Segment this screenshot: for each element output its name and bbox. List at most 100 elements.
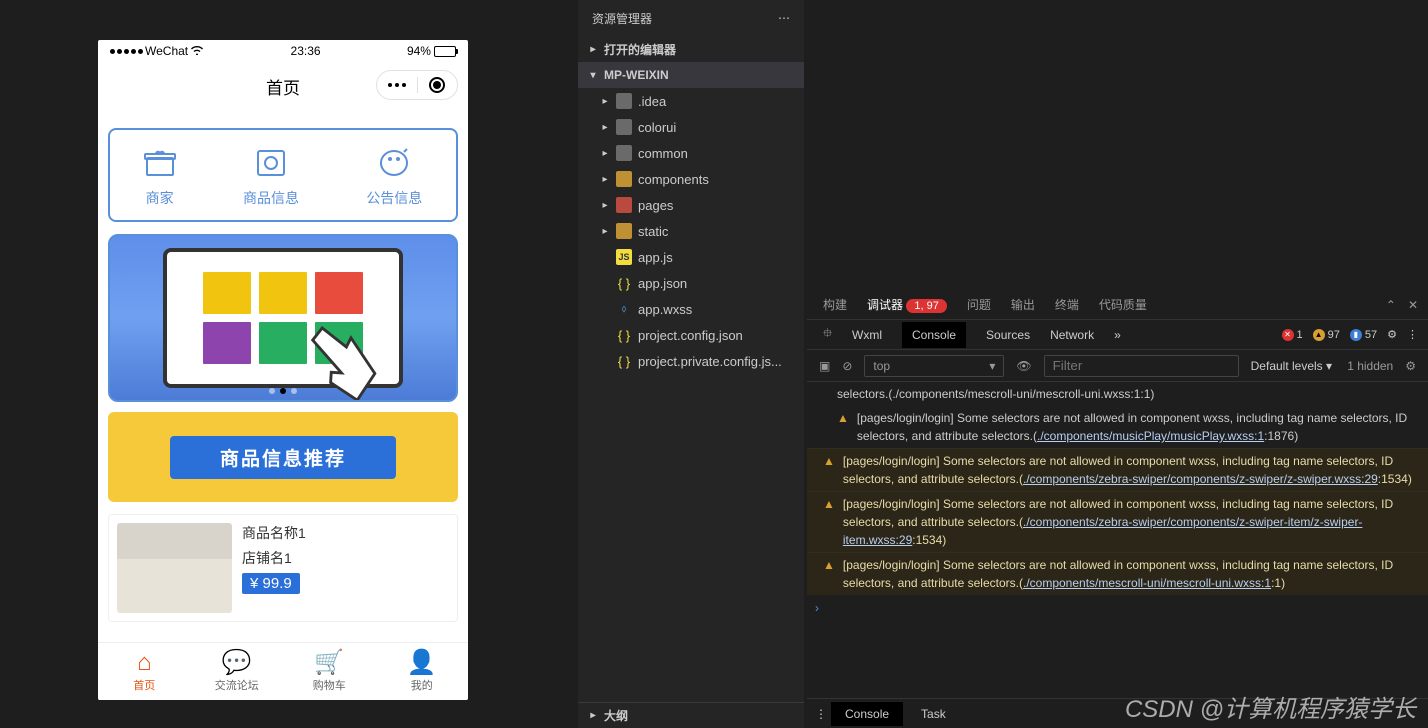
tab-code-quality[interactable]: 代码质量	[1099, 296, 1147, 313]
time-label: 23:36	[291, 44, 321, 58]
promo-title: 商品信息推荐	[170, 436, 396, 479]
tree-item[interactable]: { }project.config.json	[578, 322, 804, 348]
promo-section: 商品信息推荐	[108, 412, 458, 502]
kebab-icon[interactable]: ⋮	[1407, 328, 1418, 341]
tab-home[interactable]: ⌂首页	[98, 643, 191, 700]
file-name: common	[638, 146, 688, 161]
warning-icon: ▲	[823, 556, 835, 592]
tab-bar: ⌂首页 💬交流论坛 🛒购物车 👤我的	[98, 642, 468, 700]
swiper-banner[interactable]	[108, 234, 458, 402]
wxss-icon: ⬨	[616, 301, 632, 317]
tab-debugger[interactable]: 调试器 1, 97	[867, 296, 947, 313]
battery-indicator: 94%	[407, 44, 456, 58]
gear-icon[interactable]: ⚙	[1405, 359, 1416, 373]
menu-label: 公告信息	[366, 188, 422, 208]
chevron-up-icon[interactable]: ⌃	[1386, 298, 1396, 312]
chevron-right-icon: ▸	[588, 44, 598, 55]
tree-item[interactable]: ▸colorui	[578, 114, 804, 140]
overflow-icon[interactable]: »	[1114, 328, 1121, 342]
folder-icon	[616, 171, 632, 187]
hidden-count[interactable]: 1 hidden	[1347, 359, 1393, 373]
menu-item-merchant[interactable]: 商家	[144, 148, 176, 208]
page-body[interactable]: 商家 商品信息 公告信息 商品信息推荐	[98, 110, 468, 642]
tree-item[interactable]: ▸.idea	[578, 88, 804, 114]
menu-item-products[interactable]: 商品信息	[243, 148, 299, 208]
close-icon[interactable]: ✕	[1408, 298, 1418, 312]
product-card[interactable]: 商品名称1 店铺名1 ¥ 99.9	[108, 514, 458, 622]
context-select[interactable]: top▾	[864, 355, 1004, 377]
tree-item[interactable]: ▸ common	[578, 140, 804, 166]
info-count[interactable]: ▮57	[1350, 329, 1377, 341]
error-count[interactable]: ✕1	[1282, 329, 1303, 341]
footer-tab-console[interactable]: Console	[831, 702, 903, 726]
more-icon[interactable]: ⋯	[778, 11, 790, 25]
explorer-header: 资源管理器 ⋯	[578, 0, 804, 36]
signal-indicator: WeChat	[110, 44, 204, 58]
tab-output[interactable]: 输出	[1011, 296, 1035, 313]
gift-icon	[144, 148, 176, 178]
menu-label: 商家	[146, 188, 174, 208]
filter-input[interactable]	[1044, 355, 1239, 377]
console-prompt[interactable]: ›	[807, 595, 1428, 621]
home-icon: ⌂	[137, 651, 152, 675]
devtools-panel: 构建 调试器 1, 97 问题 输出 终端 代码质量 ⌃ ✕ ⯐ Wxml Co…	[807, 290, 1428, 728]
tab-cart[interactable]: 🛒购物车	[283, 643, 376, 700]
tab-terminal[interactable]: 终端	[1055, 296, 1079, 313]
shop-name: 店铺名1	[242, 548, 449, 568]
levels-select[interactable]: Default levels ▾	[1251, 359, 1332, 373]
file-name: app.wxss	[638, 302, 692, 317]
warning-count[interactable]: ▲97	[1313, 329, 1340, 341]
tree-item[interactable]: JSapp.js	[578, 244, 804, 270]
tree-item[interactable]: ▸components	[578, 166, 804, 192]
section-open-editors[interactable]: ▸打开的编辑器	[578, 36, 804, 62]
tree-item[interactable]: { }project.private.config.js...	[578, 348, 804, 374]
chevron-right-icon: ▸	[600, 226, 610, 237]
source-link[interactable]: ./components/zebra-swiper/components/z-s…	[1023, 472, 1378, 486]
warning-row: ▲[pages/login/login] Some selectors are …	[807, 448, 1428, 491]
subtab-sources[interactable]: Sources	[986, 328, 1030, 342]
warning-row: ▲[pages/login/login] Some selectors are …	[807, 491, 1428, 552]
tab-issues[interactable]: 问题	[967, 296, 991, 313]
sidebar-toggle-icon[interactable]: ▣	[819, 359, 830, 373]
kebab-icon[interactable]: ⋮	[815, 707, 827, 721]
chevron-right-icon: ▸	[600, 200, 610, 211]
capsule-close-icon[interactable]	[417, 77, 458, 93]
console-toolbar: ▣ ⊘ top▾ 👁 Default levels ▾ 1 hidden ⚙	[807, 350, 1428, 382]
menu-item-notice[interactable]: 公告信息	[366, 148, 422, 208]
console-output[interactable]: selectors.(./components/mescroll-uni/mes…	[807, 382, 1428, 698]
source-link[interactable]: ./components/mescroll-uni/mescroll-uni.w…	[1023, 576, 1271, 590]
tree-item[interactable]: ⬨ app.wxss	[578, 296, 804, 322]
tree-item[interactable]: ▸ static	[578, 218, 804, 244]
inspect-icon[interactable]: ⯐	[823, 324, 832, 345]
footer-tab-task[interactable]: Task	[907, 702, 960, 726]
section-project[interactable]: ▾MP-WEIXIN	[578, 62, 804, 88]
capsule-button[interactable]	[376, 70, 458, 100]
subtab-wxml[interactable]: Wxml	[852, 328, 882, 342]
folder-icon	[616, 93, 632, 109]
tab-build[interactable]: 构建	[823, 296, 847, 313]
chevron-right-icon: ▸	[588, 710, 598, 721]
gear-icon[interactable]: ⚙	[1387, 328, 1397, 341]
swiper-indicator	[269, 388, 297, 394]
product-name: 商品名称1	[242, 523, 449, 543]
status-bar: WeChat 23:36 94%	[98, 40, 468, 62]
chat-icon: 💬	[222, 651, 252, 675]
subtab-console[interactable]: Console	[902, 322, 966, 348]
source-link[interactable]: ./components/zebra-swiper/components/z-s…	[843, 515, 1363, 547]
section-outline[interactable]: ▸大纲	[578, 702, 804, 728]
log-line: selectors.(./components/mescroll-uni/mes…	[807, 382, 1428, 406]
tab-forum[interactable]: 💬交流论坛	[191, 643, 284, 700]
tree-item[interactable]: ▸pages	[578, 192, 804, 218]
chevron-right-icon: ▸	[600, 148, 610, 159]
subtab-network[interactable]: Network	[1050, 328, 1094, 342]
file-name: static	[638, 224, 668, 239]
menu-label: 商品信息	[243, 188, 299, 208]
folder-icon	[616, 197, 632, 213]
folder-icon	[616, 145, 632, 161]
source-link[interactable]: ./components/musicPlay/musicPlay.wxss:1	[1037, 429, 1264, 443]
tree-item[interactable]: { }app.json	[578, 270, 804, 296]
tab-mine[interactable]: 👤我的	[376, 643, 469, 700]
eye-icon[interactable]: 👁	[1016, 359, 1031, 373]
clear-icon[interactable]: ⊘	[842, 359, 852, 373]
capsule-menu-icon[interactable]	[377, 83, 417, 87]
